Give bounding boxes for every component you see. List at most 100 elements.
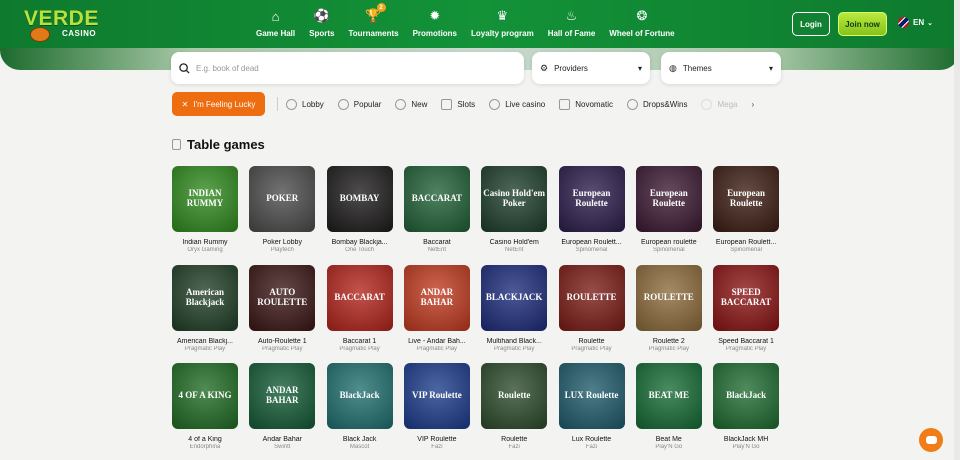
nav-tournaments[interactable]: 🏆 2 Tournaments	[348, 3, 399, 42]
nav-sports[interactable]: ⚽ Sports	[309, 8, 334, 42]
game-thumbnail[interactable]: BACCARAT	[327, 265, 393, 331]
themes-dropdown[interactable]: ◍ Themes ▾	[661, 52, 781, 84]
casino-logo[interactable]: VERDE CASINO	[24, 8, 104, 42]
game-thumbnail[interactable]: BlackJack	[327, 363, 393, 429]
game-card[interactable]: AUTO ROULETTE Auto-Roulette 1 Pragmatic Pl…	[249, 265, 315, 352]
game-thumbnail[interactable]: BOMBAY	[327, 166, 393, 232]
game-thumbnail[interactable]: POKER	[249, 166, 315, 232]
tournament-badge: 2	[376, 3, 386, 12]
join-now-button[interactable]: Join now	[838, 12, 887, 36]
nav-hall-of-fame[interactable]: ♨ Hall of Fame	[548, 8, 596, 42]
game-thumbnail[interactable]: AUTO ROULETTE	[249, 265, 315, 331]
search-row: ⚙ Providers ▾ ◍ Themes ▾	[171, 52, 781, 84]
heart-icon	[337, 98, 349, 110]
game-thumbnail[interactable]: LUX Roulette	[559, 363, 625, 429]
game-card[interactable]: European Roulette European Roulett... Spin…	[713, 166, 779, 253]
game-provider: Pragmatic Play	[339, 345, 380, 352]
nav-wheel-of-fortune[interactable]: ❂ Wheel of Fortune	[609, 8, 674, 42]
game-card[interactable]: Roulette Roulette Fazi	[481, 363, 547, 450]
pumpkin-icon	[30, 27, 50, 42]
chip-slots[interactable]: Slots	[441, 98, 475, 110]
divider	[277, 97, 278, 111]
game-thumbnail[interactable]: BEAT ME	[636, 363, 702, 429]
search-input[interactable]	[196, 63, 496, 73]
game-title: Bombay Blackja...	[331, 239, 388, 246]
game-card[interactable]: POKER Poker Lobby Playtech	[249, 166, 315, 253]
game-title: European Roulett...	[715, 239, 777, 246]
page-scrollbar[interactable]	[954, 0, 960, 460]
language-selector[interactable]: EN ⌄	[898, 17, 933, 28]
game-thumbnail[interactable]: ANDAR BAHAR	[249, 363, 315, 429]
game-thumbnail[interactable]: ROULETTE	[636, 265, 702, 331]
game-title: Lux Roulette	[571, 436, 612, 443]
game-provider: Spinomenal	[575, 247, 608, 253]
feeling-lucky-button[interactable]: ✕ I'm Feeling Lucky	[172, 92, 265, 116]
game-thumbnail[interactable]: Roulette	[481, 363, 547, 429]
chip-live-casino[interactable]: Live casino	[489, 98, 545, 110]
chip-lobby[interactable]: Lobby	[286, 98, 324, 110]
game-card[interactable]: INDIAN RUMMY Indian Rummy Oryx Gaming	[172, 166, 238, 253]
game-thumbnail[interactable]: European Roulette	[636, 166, 702, 232]
game-title: American Blackj...	[176, 337, 234, 345]
game-card[interactable]: VIP Roulette VIP Roulette Fazi	[404, 363, 470, 450]
game-thumbnail[interactable]: Casino Hold'em Poker	[481, 166, 547, 232]
game-provider: Pragmatic Play	[725, 345, 767, 352]
uk-flag-icon	[898, 17, 909, 28]
game-title: 4 of a King	[188, 436, 222, 443]
game-card[interactable]: BEAT ME Beat Me Play'N Go	[636, 363, 702, 450]
game-thumbnail[interactable]: BlackJack	[713, 363, 779, 429]
top-header: VERDE CASINO ⌂ Game Hall ⚽ Sports 🏆 2 Tou…	[0, 0, 960, 48]
chip-novomatic[interactable]: Novomatic	[559, 98, 613, 110]
lobby-icon	[286, 98, 297, 110]
chip-mega[interactable]: Mega	[701, 98, 737, 110]
game-card[interactable]: ANDAR BAHAR Andar Bahar Swintt	[249, 363, 315, 450]
game-title: Roulette	[501, 436, 528, 443]
login-button[interactable]: Login	[792, 12, 830, 36]
game-card[interactable]: BOMBAY Bombay Blackja... One Touch	[327, 166, 393, 253]
nav-game-hall[interactable]: ⌂ Game Hall	[256, 8, 295, 42]
game-card[interactable]: BLACKJACK Multihand Black... Pragmatic Pla…	[481, 265, 547, 352]
game-card[interactable]: BACCARAT Baccarat 1 Pragmatic Play	[327, 265, 393, 352]
game-card[interactable]: American Blackjack American Blackj... Prag…	[172, 265, 238, 352]
live-icon	[489, 98, 501, 110]
game-title: Indian Rummy	[182, 239, 228, 246]
game-thumbnail[interactable]: SPEED BACCARAT	[713, 265, 779, 331]
game-card[interactable]: European Roulette European Roulett... Spin…	[559, 166, 625, 253]
game-title: VIP Roulette	[417, 436, 457, 443]
nav-loyalty[interactable]: ♛ Loyalty program	[471, 8, 534, 42]
game-thumbnail[interactable]: VIP Roulette	[404, 363, 470, 429]
game-thumbnail[interactable]: European Roulette	[559, 166, 625, 232]
game-card[interactable]: ROULETTE Roulette Pragmatic Play	[559, 265, 625, 352]
game-card[interactable]: SPEED BACCARAT Speed Baccarat 1 Pragmatic …	[713, 265, 779, 352]
game-thumbnail[interactable]: BLACKJACK	[481, 265, 547, 331]
game-provider: Playtech	[270, 247, 294, 253]
game-card[interactable]: Casino Hold'em Poker Casino Hold'em NetEnt	[481, 166, 547, 253]
game-card[interactable]: BlackJack BlackJack MH Play'N Go	[713, 363, 779, 450]
chip-new[interactable]: New	[395, 98, 427, 110]
game-card[interactable]: ROULETTE Roulette 2 Pragmatic Play	[636, 265, 702, 352]
new-icon	[395, 98, 407, 110]
game-thumbnail[interactable]: European Roulette	[713, 166, 779, 232]
chip-drops-wins[interactable]: Drops&Wins	[627, 98, 687, 110]
game-thumbnail[interactable]: 4 OF A KING	[172, 363, 238, 429]
game-thumbnail[interactable]: BACCARAT	[404, 166, 470, 232]
game-card[interactable]: BACCARAT Baccarat NetEnt	[404, 166, 470, 253]
game-card[interactable]: 4 OF A KING 4 of a King Endorphina	[172, 363, 238, 450]
game-thumbnail[interactable]: ROULETTE	[559, 265, 625, 331]
chevron-down-icon: ⌄	[927, 19, 933, 27]
nav-promotions[interactable]: ✹ Promotions	[413, 8, 457, 42]
providers-dropdown[interactable]: ⚙ Providers ▾	[532, 52, 650, 84]
game-thumbnail[interactable]: American Blackjack	[172, 265, 238, 331]
chip-popular[interactable]: Popular	[337, 98, 381, 110]
game-provider: Pragmatic Play	[571, 345, 612, 352]
search-box	[171, 52, 524, 84]
game-provider: Spinomenal	[730, 247, 762, 253]
chevron-right-icon[interactable]: ›	[751, 100, 754, 109]
game-thumbnail[interactable]: INDIAN RUMMY	[172, 166, 238, 232]
chat-button[interactable]	[919, 428, 943, 452]
game-thumbnail[interactable]: ANDAR BAHAR	[404, 265, 470, 331]
game-card[interactable]: BlackJack Black Jack Mascot	[327, 363, 393, 450]
game-card[interactable]: LUX Roulette Lux Roulette Fazi	[559, 363, 625, 450]
game-card[interactable]: European Roulette European roulette Spinom…	[636, 166, 702, 253]
game-card[interactable]: ANDAR BAHAR Live - Andar Bah... Pragmatic …	[404, 265, 470, 352]
